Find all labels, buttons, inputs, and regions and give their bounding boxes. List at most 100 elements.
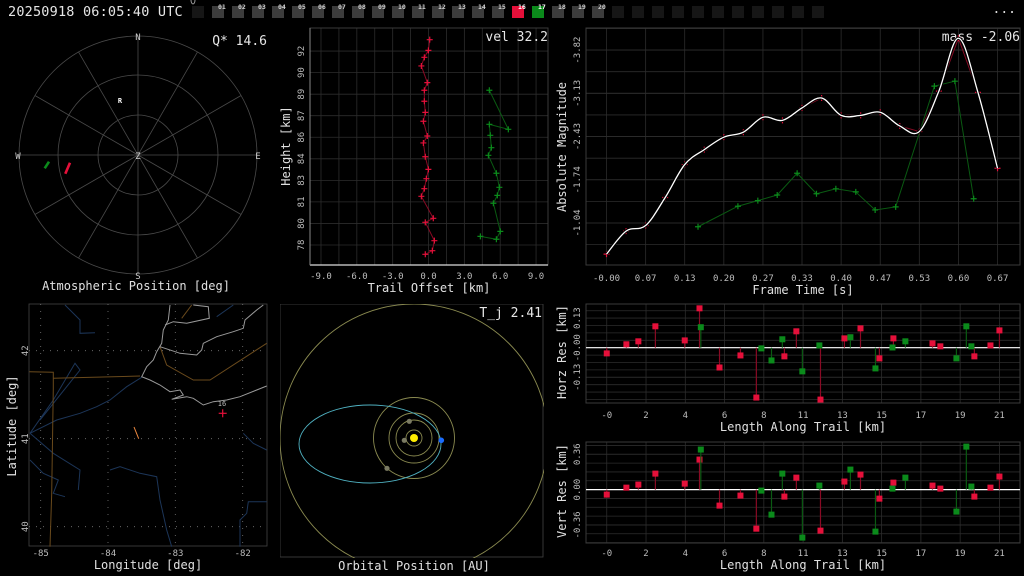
- series-station-17: [697, 323, 975, 375]
- y-tick-label: -1.74: [573, 166, 583, 193]
- chart-3: -0 2 4 6 8 11 13 15 17 19 210.360.00-0.36Length Al…: [555, 441, 1021, 572]
- data-point: [758, 487, 765, 494]
- data-point: [754, 197, 761, 204]
- earth-icon: [438, 437, 445, 444]
- x-tick-label: 0.53: [908, 274, 930, 284]
- y-tick-label: 78: [297, 240, 307, 251]
- data-point: [996, 473, 1003, 480]
- x-tick-label: 4: [683, 411, 688, 421]
- x-tick-label: -0: [601, 411, 612, 421]
- data-point: [496, 184, 503, 191]
- series-station-16: [418, 36, 438, 258]
- data-point: [892, 203, 899, 210]
- data-point: [493, 170, 500, 177]
- lat-tick: 40: [21, 521, 31, 532]
- data-point: [418, 62, 425, 69]
- dashboard-canvas: N S W E Z R Q* 14.6 Atmospheric Position…: [5, 0, 1021, 573]
- station-17-track: [43, 160, 51, 170]
- x-tick-label: 6.0: [492, 272, 508, 282]
- data-point: [857, 471, 864, 478]
- data-point: [603, 491, 610, 498]
- station-16-track: [64, 162, 72, 175]
- data-point: [799, 368, 806, 375]
- data-point: [422, 251, 429, 258]
- data-point: [494, 192, 501, 199]
- data-point: [716, 364, 723, 371]
- north-label: N: [135, 33, 140, 43]
- lon-tick: -85: [33, 549, 49, 559]
- data-point: [421, 185, 428, 192]
- data-point: [493, 236, 500, 243]
- data-point: [876, 495, 883, 502]
- y-tick-label: -0.36: [573, 511, 583, 538]
- data-point: [793, 328, 800, 335]
- data-point: [431, 237, 438, 244]
- planet-dot: [401, 437, 407, 443]
- x-tick-label: 19: [955, 549, 966, 559]
- x-tick-label: -6.0: [346, 272, 368, 282]
- data-point: [429, 247, 436, 254]
- zenith-label: Z: [135, 152, 141, 162]
- chart-0: -9.0 -6.0 -3.0 0.0 3.0 6.0 9.07880818384868789…: [279, 27, 549, 295]
- lat-tick: 41: [21, 433, 31, 444]
- y-tick-label: 0.13: [573, 307, 583, 329]
- data-point: [971, 493, 978, 500]
- map-ylabel: Latitude [deg]: [5, 375, 19, 476]
- x-tick-label: 0.60: [948, 274, 970, 284]
- data-point: [696, 305, 703, 312]
- data-point: [426, 36, 433, 43]
- data-point: [697, 324, 704, 331]
- data-point: [681, 337, 688, 344]
- data-point: [817, 527, 824, 534]
- data-point: [847, 466, 854, 473]
- data-point: [890, 335, 897, 342]
- tisserand-stat: T_j 2.41: [479, 306, 542, 321]
- data-point: [716, 502, 723, 509]
- data-point: [505, 126, 512, 133]
- data-point: [635, 338, 642, 345]
- x-axis-title: Length Along Trail [km]: [720, 558, 886, 572]
- x-tick-label: 4: [683, 549, 688, 559]
- data-point: [963, 323, 970, 330]
- chart-stat: vel 32.2: [485, 30, 548, 45]
- data-point: [603, 350, 610, 357]
- orbit-plot: [280, 304, 544, 558]
- y-tick-label: -2.43: [573, 123, 583, 150]
- data-point: [953, 355, 960, 362]
- gridlines: [586, 442, 1020, 544]
- y-tick-label: 80: [297, 218, 307, 229]
- chart-1: -0.00 0.07 0.13 0.20 0.27 0.33 0.40 0.47 0.53 0.6…: [555, 27, 1021, 297]
- map-xlabel: Longitude [deg]: [94, 558, 202, 572]
- radiant-marker: R: [118, 97, 123, 105]
- data-point: [816, 482, 823, 489]
- data-point: [421, 98, 428, 105]
- data-point: [872, 528, 879, 535]
- y-tick-label: 92: [297, 46, 307, 57]
- data-point: [422, 219, 429, 226]
- x-tick-label: 17: [915, 411, 926, 421]
- x-tick-label: 9.0: [528, 272, 544, 282]
- map-frame: [28, 303, 268, 547]
- y-tick-label: -1.04: [573, 209, 583, 236]
- data-point: [420, 139, 427, 146]
- orbit-title: Orbital Position [AU]: [338, 559, 490, 573]
- data-point: [779, 336, 786, 343]
- data-point: [681, 480, 688, 487]
- gridlines: [586, 28, 1020, 265]
- x-tick-label: -0: [601, 549, 612, 559]
- x-tick-label: 2: [643, 411, 648, 421]
- data-point: [734, 203, 741, 210]
- data-point: [889, 344, 896, 351]
- sun-icon: [410, 434, 418, 442]
- x-tick-label: 0.47: [869, 274, 891, 284]
- data-point: [753, 525, 760, 532]
- x-tick-label: 0.67: [987, 274, 1009, 284]
- data-point: [841, 335, 848, 342]
- planet-dot: [384, 465, 390, 471]
- y-tick-label: 0.00: [573, 479, 583, 501]
- data-point: [758, 345, 765, 352]
- x-tick-label: 2: [643, 549, 648, 559]
- west-label: W: [15, 152, 21, 162]
- data-point: [931, 83, 938, 90]
- y-tick-label: 81: [297, 196, 307, 207]
